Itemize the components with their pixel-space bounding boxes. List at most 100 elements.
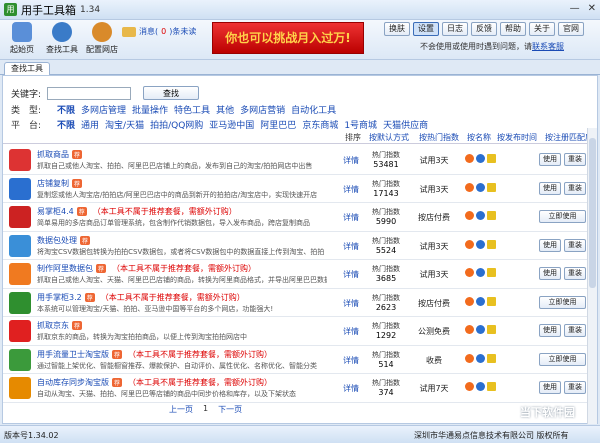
detail-link[interactable]: 详情 — [343, 212, 359, 223]
use-button[interactable]: 使用 — [539, 324, 561, 337]
use-now-button[interactable]: 立即使用 — [539, 295, 586, 309]
use-button[interactable]: 使用 — [539, 267, 561, 280]
alibaba-icon — [487, 239, 496, 249]
type-option[interactable]: 多网店管理 — [81, 103, 126, 116]
paipai-icon — [476, 382, 485, 391]
popularity-value: 17143 — [373, 188, 399, 198]
sort-time[interactable]: 按发布时间 — [497, 132, 537, 143]
settings-button[interactable]: 设置 — [413, 22, 439, 36]
detail-link[interactable]: 详情 — [343, 155, 359, 166]
taobao-icon — [465, 296, 474, 306]
recommend-badge: 荐 — [80, 235, 91, 245]
website-button[interactable]: 官网 — [558, 22, 584, 36]
use-now-button[interactable]: 立即使用 — [539, 352, 586, 366]
tool-logo-icon — [9, 291, 31, 314]
reinstall-button[interactable]: 重装 — [564, 267, 586, 280]
help-notice: 不会使用或使用时遇到问题，请联系客服 — [420, 42, 564, 51]
popularity: 热门指数 1292 — [369, 321, 403, 340]
search-row: 关键字: 查找 — [11, 86, 200, 100]
scrollbar-thumb[interactable] — [589, 138, 596, 288]
tool-name[interactable]: 店铺复制荐 — [37, 178, 88, 189]
reinstall-button[interactable]: 重装 — [564, 238, 586, 252]
reinstall-button[interactable]: 重装 — [564, 381, 586, 394]
type-option[interactable]: 不限 — [57, 103, 75, 116]
prev-page-link[interactable]: 上一页 — [169, 404, 193, 415]
tool-name[interactable]: 抓取京东荐 — [37, 320, 88, 331]
popularity: 热门指数 5990 — [369, 207, 403, 226]
status-bar: 版本号1.34.02 深圳市华通易点信息技术有限公司 版权所有 — [0, 425, 600, 443]
reinstall-button[interactable]: 重装 — [564, 181, 586, 195]
paipai-icon — [476, 211, 485, 220]
tab-find-tools[interactable]: 查找工具 — [4, 62, 50, 75]
detail-link[interactable]: 详情 — [343, 241, 359, 252]
close-button[interactable]: ✕ — [588, 3, 596, 14]
platform-marks — [465, 268, 496, 277]
about-button[interactable]: 关于 — [529, 22, 555, 36]
use-button[interactable]: 使用 — [539, 153, 561, 166]
tool-name[interactable]: 易掌柜4.4 荐（本工具不属于推荐套餐，需额外订购） — [37, 206, 237, 217]
tool-name[interactable]: 自动库存同步淘宝版荐（本工具不属于推荐套餐，需额外订购） — [37, 377, 272, 388]
search-button[interactable]: 查找 — [143, 86, 200, 100]
type-option[interactable]: 批量操作 — [132, 103, 168, 116]
fee-type: 试用7天 — [419, 384, 449, 393]
tool-logo-icon — [9, 177, 31, 200]
tool-name[interactable]: 用手流量卫士淘宝版荐（本工具不属于推荐套餐，需额外订购） — [37, 349, 272, 360]
use-button[interactable]: 使用 — [539, 238, 561, 252]
tool-name[interactable]: 制作阿里数据包荐（本工具不属于推荐套餐，需额外订购） — [37, 263, 256, 274]
promo-banner[interactable]: 你也可以挑战月入过万! — [212, 22, 364, 54]
taobao-icon — [465, 211, 474, 220]
detail-link[interactable]: 详情 — [343, 298, 359, 309]
type-option[interactable]: 自动化工具 — [291, 103, 336, 116]
use-button[interactable]: 使用 — [539, 181, 561, 195]
type-option[interactable]: 其他 — [216, 103, 234, 116]
detail-link[interactable]: 详情 — [343, 383, 359, 394]
detail-link[interactable]: 详情 — [343, 326, 359, 337]
message-count: 0 — [161, 27, 167, 36]
sort-match[interactable]: 按注册匹配度 — [545, 132, 593, 143]
use-now-button[interactable]: 立即使用 — [539, 210, 586, 223]
type-option[interactable]: 多网店营销 — [240, 103, 285, 116]
contact-support-link[interactable]: 联系客服 — [532, 42, 564, 51]
taobao-icon — [465, 239, 474, 249]
minimize-button[interactable]: — — [570, 3, 580, 14]
app-logo-icon: 用 — [4, 3, 17, 16]
start-page-button[interactable]: 起始页 — [2, 22, 42, 55]
window-title: 用手工具箱 — [21, 3, 76, 17]
paipai-icon — [476, 353, 485, 363]
tool-name[interactable]: 数据包处理荐 — [37, 235, 96, 246]
popularity-value: 374 — [378, 388, 394, 397]
platform-marks — [465, 353, 496, 363]
pager: 上一页 1 下一页 — [169, 404, 242, 415]
sort-default[interactable]: 按默认方式 — [369, 132, 409, 143]
use-button[interactable]: 使用 — [539, 381, 561, 394]
detail-link[interactable]: 详情 — [343, 269, 359, 280]
search-icon — [52, 22, 72, 42]
help-button[interactable]: 帮助 — [500, 22, 526, 36]
list-scrollbar[interactable] — [587, 128, 597, 424]
tool-name[interactable]: 用手掌柜3.2 荐（本工具不属于推荐套餐，需额外订购） — [37, 292, 245, 303]
configure-shop-button[interactable]: 配置网店 — [82, 22, 122, 55]
detail-link[interactable]: 详情 — [343, 184, 359, 195]
skin-button[interactable]: 换肤 — [384, 22, 410, 36]
paipai-icon — [476, 182, 485, 192]
feedback-button[interactable]: 反馈 — [471, 22, 497, 36]
detail-link[interactable]: 详情 — [343, 355, 359, 366]
next-page-link[interactable]: 下一页 — [218, 404, 242, 415]
type-option[interactable]: 特色工具 — [174, 103, 210, 116]
keyword-input[interactable] — [47, 86, 132, 100]
find-tools-button[interactable]: 查找工具 — [42, 22, 82, 55]
messages-link[interactable]: 消息(0)条未读 — [122, 26, 196, 37]
popularity-value: 53481 — [373, 160, 399, 169]
alibaba-icon — [487, 325, 496, 334]
log-button[interactable]: 日志 — [442, 22, 468, 36]
sort-name[interactable]: 按名称 — [467, 132, 491, 143]
tool-logo-icon — [9, 234, 31, 257]
taobao-icon — [465, 382, 474, 391]
popularity: 热门指数 2623 — [369, 293, 403, 312]
tool-logo-icon — [9, 263, 31, 285]
reinstall-button[interactable]: 重装 — [564, 324, 586, 337]
alibaba-icon — [487, 382, 496, 391]
tool-name[interactable]: 抓取商品荐 — [37, 149, 88, 160]
sort-popular[interactable]: 按热门指数 — [419, 132, 459, 143]
reinstall-button[interactable]: 重装 — [564, 153, 586, 166]
